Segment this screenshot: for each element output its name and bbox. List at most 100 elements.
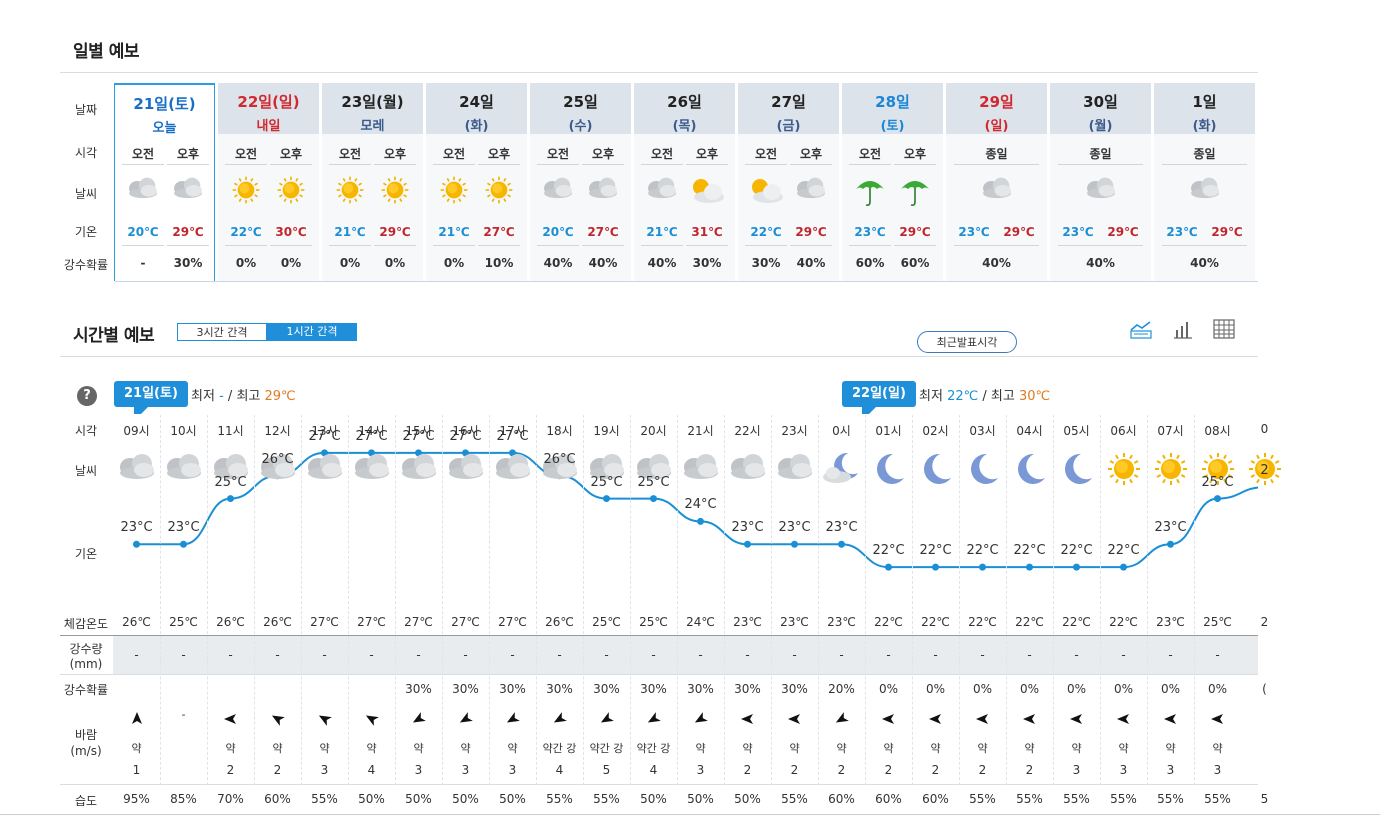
wind-speed: 3 bbox=[461, 763, 470, 777]
rain-amount: - bbox=[745, 648, 750, 662]
humidity: 55% bbox=[1016, 792, 1043, 806]
humidity: 50% bbox=[358, 792, 385, 806]
rain-amount: - bbox=[604, 648, 609, 662]
wind-strength: 약 bbox=[977, 742, 988, 755]
wind-none: - bbox=[181, 708, 186, 721]
rain-amount: - bbox=[416, 648, 421, 662]
wind-speed: 4 bbox=[367, 763, 376, 777]
rain-amount: - bbox=[463, 648, 468, 662]
cloud-icon bbox=[301, 451, 348, 489]
temperature-point bbox=[1120, 563, 1127, 571]
temp-label: 2 bbox=[1260, 463, 1269, 479]
precip-prob: 30% bbox=[452, 682, 479, 696]
wind-speed: 3 bbox=[414, 763, 423, 777]
temperature-point bbox=[744, 540, 751, 548]
wind-speed: 2 bbox=[837, 763, 846, 777]
humidity: 55% bbox=[1063, 792, 1090, 806]
feel-temp: 22℃ bbox=[1062, 615, 1091, 629]
precip-prob: 0% bbox=[925, 682, 946, 696]
temperature-point bbox=[650, 495, 657, 503]
temp-label: 26°C bbox=[261, 451, 294, 467]
sun-icon bbox=[1147, 451, 1194, 489]
cloud-icon bbox=[724, 451, 771, 489]
humidity: 55% bbox=[311, 792, 338, 806]
humidity: 55% bbox=[593, 792, 620, 806]
temp-label: 27°C bbox=[402, 428, 435, 444]
precip-prob: 20% bbox=[828, 682, 855, 696]
rain-amount: - bbox=[1074, 648, 1079, 662]
moon-icon bbox=[865, 451, 912, 489]
feel-temp: 23℃ bbox=[1156, 615, 1185, 629]
rain-amount: - bbox=[839, 648, 844, 662]
wind-direction-icon bbox=[130, 712, 144, 726]
humidity: 60% bbox=[264, 792, 291, 806]
hour-label: 03시 bbox=[969, 424, 996, 438]
humidity: 95% bbox=[123, 792, 150, 806]
temperature-point bbox=[1073, 563, 1080, 571]
feel-temp: 22℃ bbox=[968, 615, 997, 629]
wind-direction-icon bbox=[975, 712, 990, 726]
temp-label: 23°C bbox=[1154, 520, 1187, 536]
wind-speed: 5 bbox=[602, 763, 611, 777]
rain-amount: - bbox=[1168, 648, 1173, 662]
temp-label: 23°C bbox=[120, 520, 153, 536]
temp-label: 25°C bbox=[214, 474, 247, 490]
temperature-point bbox=[180, 540, 187, 548]
humidity: 55% bbox=[781, 792, 808, 806]
cloud-icon bbox=[442, 451, 489, 489]
feel-temp: 26℃ bbox=[216, 615, 245, 629]
temp-label: 22°C bbox=[1013, 543, 1046, 559]
rain-amount: - bbox=[886, 648, 891, 662]
hour-label: 19시 bbox=[593, 424, 620, 438]
moon-icon bbox=[959, 451, 1006, 489]
wind-strength: 약 bbox=[319, 742, 330, 755]
humidity: 60% bbox=[828, 792, 855, 806]
wind-direction-icon bbox=[223, 712, 238, 726]
humidity: 55% bbox=[969, 792, 996, 806]
precip-prob: 30% bbox=[546, 682, 573, 696]
humidity: 50% bbox=[640, 792, 667, 806]
wind-direction-icon bbox=[1116, 712, 1131, 726]
cloud-icon bbox=[395, 451, 442, 489]
feel-temp: 26℃ bbox=[122, 615, 151, 629]
temp-label: 27°C bbox=[308, 428, 341, 444]
feel-temp: 22℃ bbox=[874, 615, 903, 629]
hour-label: 01시 bbox=[875, 424, 902, 438]
precip-prob: 0% bbox=[972, 682, 993, 696]
temperature-point bbox=[885, 563, 892, 571]
rain-amount: - bbox=[1027, 648, 1032, 662]
hour-label: 21시 bbox=[687, 424, 714, 438]
hour-label: 09시 bbox=[123, 424, 150, 438]
wind-speed: 2 bbox=[273, 763, 282, 777]
feel-temp: 24℃ bbox=[686, 615, 715, 629]
rain-amount: - bbox=[275, 648, 280, 662]
feel-temp: 27℃ bbox=[310, 615, 339, 629]
hour-label: 22시 bbox=[734, 424, 761, 438]
temperature-point bbox=[791, 540, 798, 548]
temp-label: 22°C bbox=[1107, 543, 1140, 559]
wind-direction-icon bbox=[740, 712, 755, 726]
temperature-point bbox=[603, 495, 610, 503]
rain-amount: - bbox=[933, 648, 938, 662]
humidity: 60% bbox=[875, 792, 902, 806]
temp-label: 23°C bbox=[825, 520, 858, 536]
feel-temp: 22℃ bbox=[1015, 615, 1044, 629]
wind-speed: 3 bbox=[696, 763, 705, 777]
humidity: 50% bbox=[687, 792, 714, 806]
wind-strength: 약 bbox=[366, 742, 377, 755]
wind-strength: 약 bbox=[225, 742, 236, 755]
precip-prob: 0% bbox=[1207, 682, 1228, 696]
feel-temp: 25℃ bbox=[1203, 615, 1232, 629]
wind-strength: 약 bbox=[507, 742, 518, 755]
sun-icon bbox=[1100, 451, 1147, 489]
wind-strength: 약간 강 bbox=[589, 742, 624, 755]
temp-label: 22°C bbox=[1060, 543, 1093, 559]
hour-label: 05시 bbox=[1063, 424, 1090, 438]
humidity: 50% bbox=[734, 792, 761, 806]
hour-label: 07시 bbox=[1157, 424, 1184, 438]
rain-amount: - bbox=[792, 648, 797, 662]
wind-speed: 2 bbox=[884, 763, 893, 777]
feel-temp: 27℃ bbox=[357, 615, 386, 629]
temperature-point bbox=[932, 563, 939, 571]
temp-label: 24°C bbox=[684, 497, 717, 513]
